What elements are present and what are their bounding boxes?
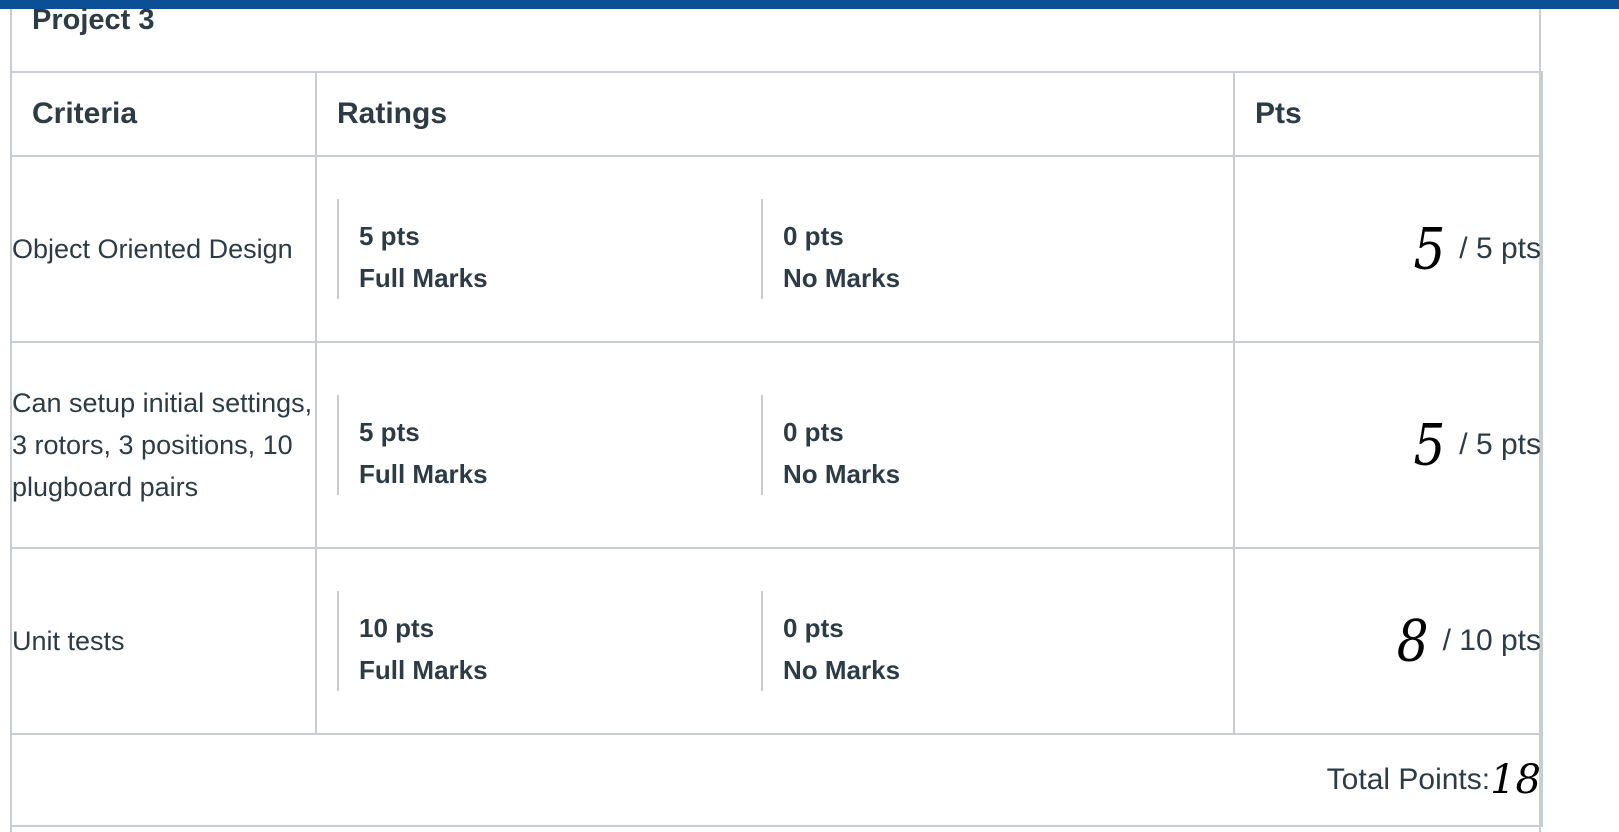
points-cell: 5 / 5 pts	[1233, 155, 1543, 343]
rating-points: 10 pts	[359, 613, 435, 643]
rating-label: Full Marks	[359, 459, 488, 489]
total-row: Total Points:18	[10, 733, 1543, 827]
rating-label: No Marks	[783, 263, 901, 293]
criterion-description: Object Oriented Design	[10, 155, 317, 343]
rating-no-marks[interactable]: 0 pts No Marks	[761, 395, 1185, 495]
points-possible: / 5 pts	[1459, 232, 1541, 265]
handwritten-score: 5	[1413, 215, 1446, 283]
ratings-header: Ratings	[315, 71, 1235, 157]
handwritten-total: 18	[1490, 757, 1541, 803]
handwritten-score: 8	[1396, 607, 1429, 675]
handwritten-score: 5	[1413, 411, 1446, 479]
rating-full-marks[interactable]: 5 pts Full Marks	[337, 199, 761, 299]
ratings-cell: 10 pts Full Marks 0 pts No Marks	[315, 547, 1235, 735]
rating-points: 0 pts	[783, 417, 844, 447]
points-possible: / 10 pts	[1442, 624, 1541, 657]
rating-points: 0 pts	[783, 221, 844, 251]
rubric-title: Project 3	[32, 4, 155, 36]
ratings-group: 10 pts Full Marks 0 pts No Marks	[337, 577, 1233, 705]
rating-full-marks[interactable]: 10 pts Full Marks	[337, 591, 761, 691]
criterion-description: Unit tests	[10, 547, 317, 735]
points-cell: 5 / 5 pts	[1233, 341, 1543, 549]
ratings-cell: 5 pts Full Marks 0 pts No Marks	[315, 341, 1235, 549]
rating-label: No Marks	[783, 655, 901, 685]
rubric-table: Criteria Ratings Pts Object Oriented Des…	[10, 71, 1543, 827]
rating-full-marks[interactable]: 5 pts Full Marks	[337, 395, 761, 495]
points-possible: / 5 pts	[1459, 428, 1541, 461]
pts-header: Pts	[1233, 71, 1543, 157]
rating-points: 5 pts	[359, 417, 420, 447]
rating-label: Full Marks	[359, 655, 488, 685]
ratings-cell: 5 pts Full Marks 0 pts No Marks	[315, 155, 1235, 343]
rating-no-marks[interactable]: 0 pts No Marks	[761, 591, 1185, 691]
ratings-group: 5 pts Full Marks 0 pts No Marks	[337, 381, 1233, 509]
top-bar	[0, 0, 1619, 9]
criterion-row: Unit tests 10 pts Full Marks 0 pts No Ma…	[10, 547, 1543, 735]
total-label: Total Points:	[1326, 763, 1491, 796]
criterion-row: Object Oriented Design 5 pts Full Marks …	[10, 155, 1543, 343]
rating-points: 5 pts	[359, 221, 420, 251]
points-cell: 8 / 10 pts	[1233, 547, 1543, 735]
criterion-row: Can setup initial settings, 3 rotors, 3 …	[10, 341, 1543, 549]
criteria-header: Criteria	[10, 71, 317, 157]
total-cell: Total Points:18	[10, 733, 1543, 827]
ratings-group: 5 pts Full Marks 0 pts No Marks	[337, 185, 1233, 313]
criterion-description: Can setup initial settings, 3 rotors, 3 …	[10, 341, 317, 549]
rating-no-marks[interactable]: 0 pts No Marks	[761, 199, 1185, 299]
rating-label: No Marks	[783, 459, 901, 489]
rating-points: 0 pts	[783, 613, 844, 643]
rating-label: Full Marks	[359, 263, 488, 293]
